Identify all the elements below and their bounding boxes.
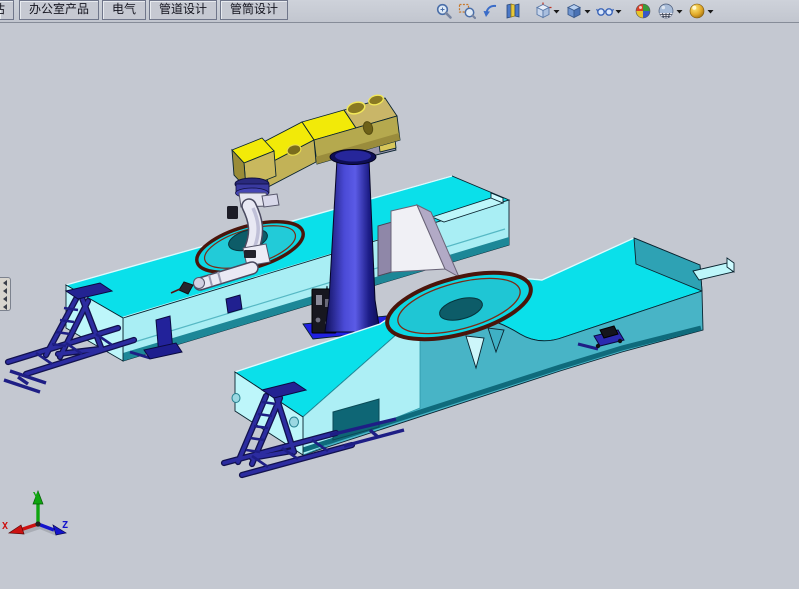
view-orientation-button[interactable]: [533, 1, 561, 21]
command-tab-0[interactable]: 办公室产品: [19, 0, 99, 20]
dropdown-arrow-icon: [553, 2, 560, 20]
zoom-to-fit-button[interactable]: [434, 1, 454, 21]
command-tab-3[interactable]: 管筒设计: [220, 0, 288, 20]
command-tab-1[interactable]: 电气: [102, 0, 146, 20]
section-view-icon: [504, 2, 522, 20]
heads-up-view-toolbar: [431, 0, 715, 22]
column-top-flange[interactable]: [330, 150, 376, 165]
section-view-button[interactable]: [503, 1, 523, 21]
view-settings-button[interactable]: [687, 1, 715, 21]
dropdown-arrow-icon: [676, 2, 683, 20]
triad-x-label: X: [2, 521, 8, 532]
application-window: Y X Z 估办公室产品电气管道设计管筒设计: [0, 0, 799, 589]
graphics-viewport[interactable]: Y X Z: [0, 0, 799, 589]
zoom-to-area-icon: [458, 2, 476, 20]
command-tab-row: 估办公室产品电气管道设计管筒设计: [0, 0, 291, 20]
orientation-triad: Y X Z: [2, 491, 68, 535]
previous-view-button[interactable]: [480, 1, 500, 21]
command-manager-bar: 估办公室产品电气管道设计管筒设计: [0, 0, 799, 23]
dropdown-arrow-icon: [707, 2, 714, 20]
triad-y-label: Y: [33, 491, 39, 502]
display-style-button[interactable]: [564, 1, 592, 21]
hide-show-items-icon: [596, 2, 614, 20]
apply-scene-button[interactable]: [656, 1, 684, 21]
command-tab-2[interactable]: 管道设计: [149, 0, 217, 20]
view-settings-icon: [688, 2, 706, 20]
view-orientation-icon: [534, 2, 552, 20]
apply-scene-icon: [657, 2, 675, 20]
edit-appearance-button[interactable]: [633, 1, 653, 21]
feature-panel-splitter[interactable]: [0, 277, 11, 311]
previous-view-icon: [481, 2, 499, 20]
robot-boom[interactable]: [232, 94, 400, 188]
dropdown-arrow-icon: [584, 2, 591, 20]
robot-column[interactable]: [325, 159, 380, 332]
dropdown-arrow-icon: [615, 2, 622, 20]
tab-clipped-fragment[interactable]: 估: [0, 0, 14, 20]
collapse-arrows-icon: [1, 278, 10, 310]
zoom-to-fit-icon: [435, 2, 453, 20]
hide-show-items-button[interactable]: [595, 1, 623, 21]
tab-clipped-label: 估: [0, 1, 5, 18]
zoom-to-area-button[interactable]: [457, 1, 477, 21]
edit-appearance-icon: [634, 2, 652, 20]
triad-z-label: Z: [62, 520, 68, 531]
display-style-icon: [565, 2, 583, 20]
